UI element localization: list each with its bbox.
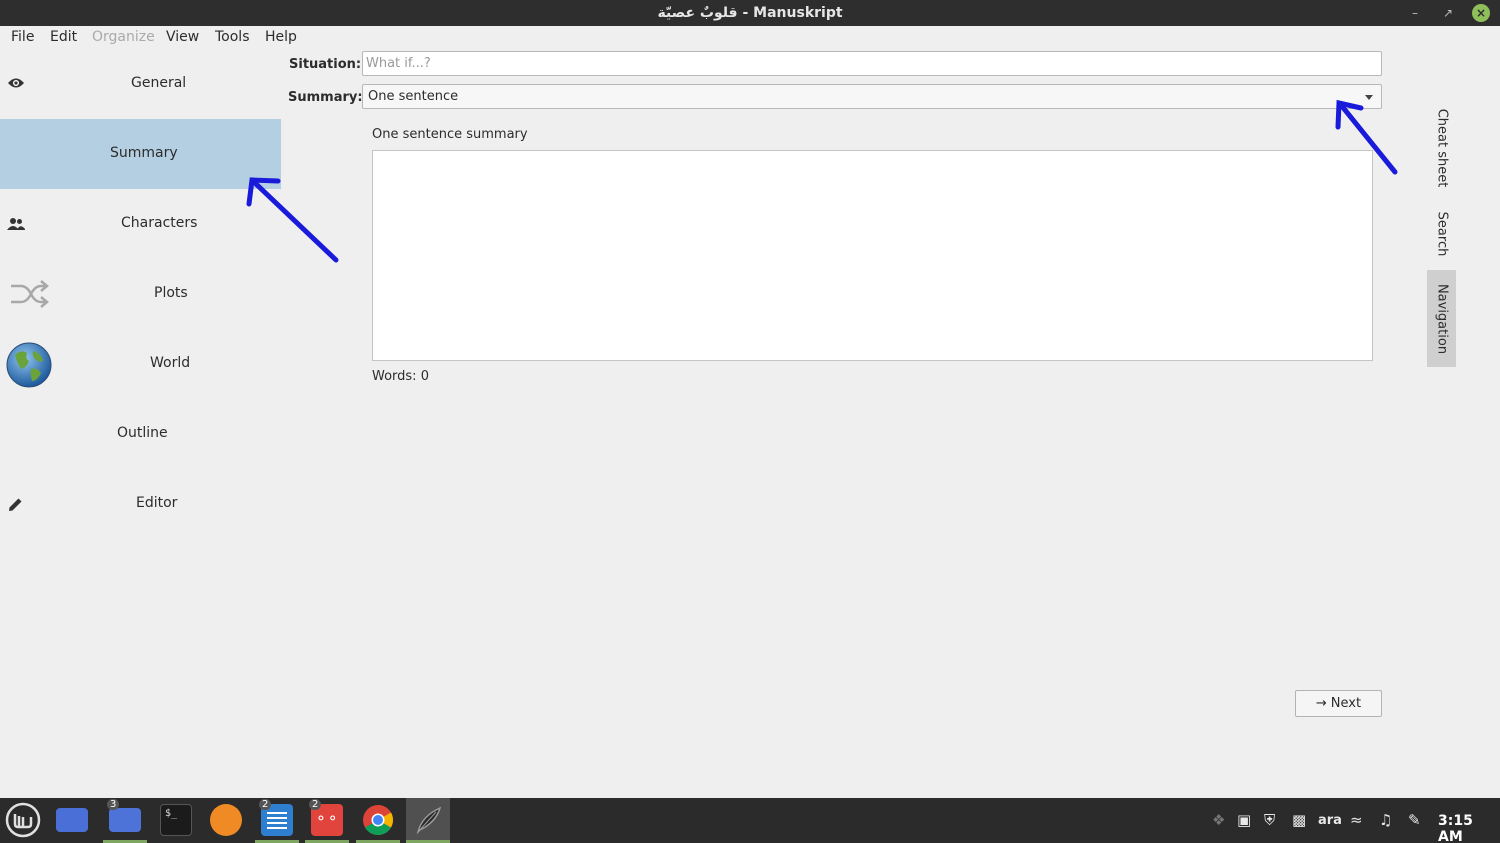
nav-label-summary: Summary — [110, 145, 178, 161]
situation-input[interactable] — [362, 51, 1382, 76]
summary-label: Summary: — [288, 90, 363, 105]
next-button-label: Next — [1330, 696, 1362, 711]
tab-search[interactable]: Search — [1427, 203, 1456, 265]
nav-label-plots: Plots — [154, 285, 188, 301]
taskbar-terminal[interactable]: $_ — [154, 798, 198, 843]
desktop-icon — [56, 808, 88, 832]
tab-navigation[interactable]: Navigation — [1427, 270, 1456, 367]
menu-view[interactable]: View — [166, 29, 199, 45]
tab-search-label: Search — [1434, 211, 1449, 257]
window-title: قلوبٌ عصيّة - Manuskript — [657, 5, 843, 21]
taskbar-text-editor[interactable]: 2 — [255, 798, 299, 843]
clock[interactable]: 3:15 AM — [1438, 813, 1500, 843]
summary-section-label: One sentence summary — [372, 127, 528, 142]
taskbar-chrome[interactable] — [356, 798, 400, 843]
situation-label: Situation: — [289, 57, 362, 72]
menu-tools[interactable]: Tools — [215, 29, 250, 45]
menu-help[interactable]: Help — [265, 29, 297, 45]
nav-item-plots[interactable]: Plots — [0, 259, 281, 329]
next-button[interactable]: → Next — [1295, 690, 1382, 717]
bluetooth-icon[interactable]: ❖ — [1212, 811, 1225, 829]
summary-text-area[interactable] — [372, 150, 1373, 361]
tab-cheat-sheet-label: Cheat sheet — [1434, 108, 1449, 187]
nav-label-editor: Editor — [136, 495, 178, 511]
title-bar: قلوبٌ عصيّة - Manuskript – ↗ × — [0, 0, 1500, 26]
globe-icon — [6, 342, 52, 388]
summary-dropdown[interactable]: One sentence — [362, 84, 1382, 109]
people-icon — [7, 218, 25, 230]
maximize-button[interactable]: ↗ — [1439, 4, 1457, 22]
nav-item-characters[interactable]: Characters — [0, 189, 281, 259]
chrome-icon — [363, 805, 394, 836]
nav-item-summary[interactable]: Summary — [0, 119, 281, 189]
taskbar-reader[interactable]: ⚬⚬ 2 — [305, 798, 349, 843]
firefox-icon — [210, 804, 242, 836]
nav-item-world[interactable]: World — [0, 329, 281, 399]
update-icon[interactable]: ▩ — [1292, 811, 1306, 829]
quill-icon — [416, 806, 442, 835]
chevron-down-icon — [1365, 95, 1373, 100]
shuffle-icon — [11, 280, 49, 308]
terminal-icon: $_ — [160, 804, 192, 836]
clipboard-icon[interactable]: ▣ — [1237, 811, 1251, 829]
nav-label-characters: Characters — [121, 215, 198, 231]
taskbar-firefox[interactable] — [204, 798, 248, 843]
keyboard-layout-indicator[interactable]: ara — [1318, 813, 1342, 828]
wifi-icon[interactable]: ≈ — [1350, 811, 1363, 829]
menu-bar: File Edit Organize View Tools Help — [0, 26, 1500, 50]
menu-file[interactable]: File — [11, 29, 34, 45]
minimize-button[interactable]: – — [1406, 4, 1424, 22]
mint-menu-icon[interactable] — [5, 802, 41, 838]
menu-organize[interactable]: Organize — [92, 29, 155, 45]
arrow-right-icon: → — [1315, 696, 1327, 711]
word-count: Words: 0 — [372, 369, 429, 384]
menu-edit[interactable]: Edit — [50, 29, 77, 45]
nav-label-world: World — [150, 355, 191, 371]
tab-navigation-label: Navigation — [1434, 283, 1449, 354]
taskbar-show-desktop[interactable] — [50, 798, 94, 843]
eye-icon — [8, 78, 24, 88]
nav-item-outline[interactable]: Outline — [0, 399, 281, 469]
shield-icon[interactable]: ⛨ — [1264, 811, 1275, 829]
close-button[interactable]: × — [1472, 4, 1490, 22]
summary-dropdown-value: One sentence — [368, 89, 459, 104]
folder-icon — [109, 808, 141, 832]
nav-item-editor[interactable]: Editor — [0, 469, 281, 539]
notes-icon[interactable]: ✎ — [1408, 811, 1421, 829]
taskbar-manuskript[interactable] — [406, 798, 450, 843]
nav-label-outline: Outline — [117, 425, 168, 441]
tab-cheat-sheet[interactable]: Cheat sheet — [1427, 100, 1456, 195]
nav-item-general[interactable]: General — [0, 49, 281, 119]
pencil-icon — [9, 498, 22, 511]
taskbar-files[interactable]: 3 — [103, 798, 147, 843]
nav-label-general: General — [131, 75, 187, 91]
music-icon[interactable]: ♫ — [1379, 811, 1392, 829]
